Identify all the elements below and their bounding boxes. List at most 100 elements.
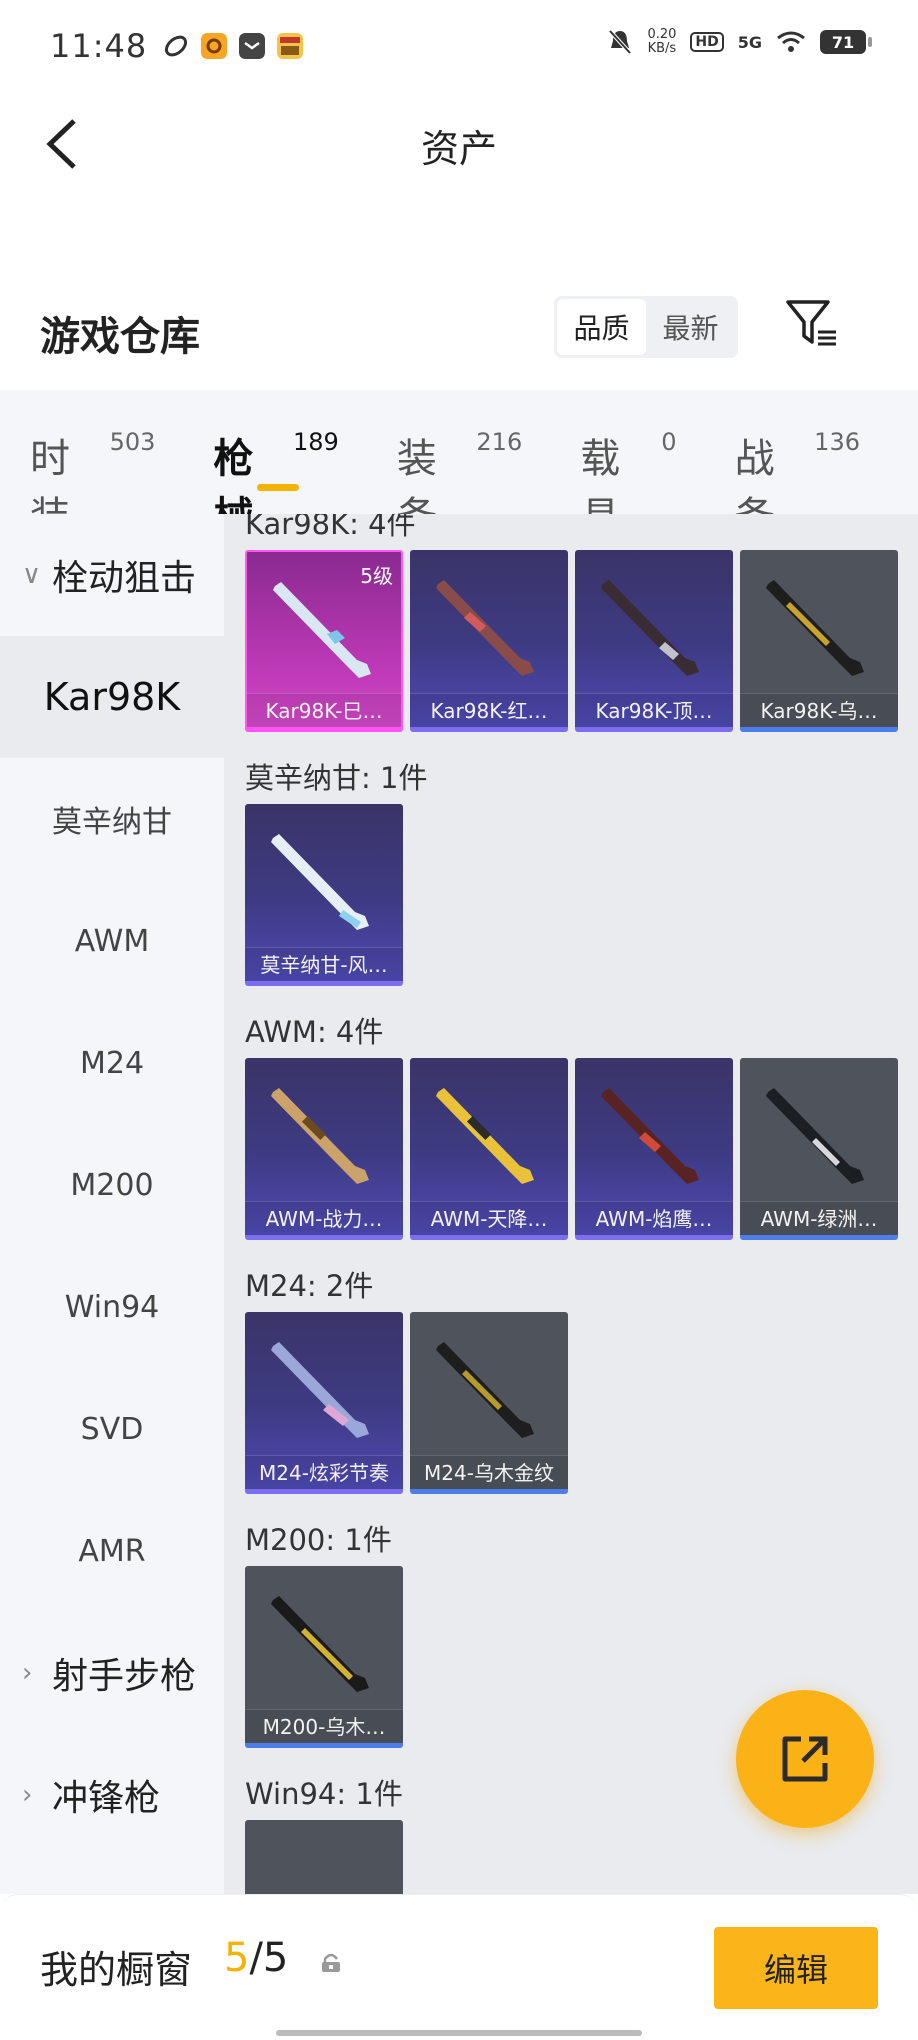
sort-segment: 品质 最新 — [554, 296, 738, 358]
rifle-icon — [271, 1596, 369, 1692]
rifle-icon — [436, 1342, 534, 1438]
weapon-name: AWM-绿洲… — [740, 1201, 898, 1235]
weapon-card[interactable]: M24-炫彩节奏 — [245, 1312, 403, 1494]
weapon-name: Kar98K-顶… — [575, 693, 733, 727]
weapon-type-sidebar: ∨ 栓动狙击 Kar98K 莫辛纳甘 AWM M24 M200 Win94 SV… — [0, 514, 224, 1894]
showcase-bar: 我的橱窗 5/5 编辑 — [0, 1894, 918, 2040]
rifle-icon — [273, 582, 371, 678]
weapon-name: M200-乌木… — [245, 1709, 403, 1743]
weapon-card[interactable]: AWM-战力… — [245, 1058, 403, 1240]
sidebar-item-amr[interactable]: AMR — [0, 1490, 224, 1612]
rifle-icon — [766, 1088, 864, 1184]
nav-header: 资产 — [0, 92, 918, 196]
weapon-name: AWM-战力… — [245, 1201, 403, 1235]
group-title: M24: 2件 — [245, 1269, 374, 1303]
weapon-card[interactable]: 莫辛纳甘-风… — [245, 804, 403, 986]
speed-value: 0.20 — [647, 27, 677, 42]
sidebar-item-mosin[interactable]: 莫辛纳甘 — [0, 758, 224, 880]
rifle-icon — [271, 1088, 369, 1184]
group-title: M200: 1件 — [245, 1523, 392, 1557]
rifle-icon — [436, 580, 534, 676]
weapon-card[interactable]: 5级 Kar98K-巳… — [245, 550, 403, 732]
weapon-card[interactable]: M200-乌木… — [245, 1566, 403, 1748]
weapon-card[interactable]: Kar98K-顶… — [575, 550, 733, 732]
weapon-card[interactable]: AWM-绿洲… — [740, 1058, 898, 1240]
weapon-card[interactable]: Kar98K-乌… — [740, 550, 898, 732]
chevron-right-icon: › — [22, 1780, 33, 1810]
tab-active-indicator — [257, 484, 300, 491]
battery-icon: 71 — [820, 30, 872, 54]
sidebar-item-m200[interactable]: M200 — [0, 1124, 224, 1246]
sidebar-group-label: 射手步枪 — [52, 1656, 197, 1697]
edit-button[interactable]: 编辑 — [714, 1927, 878, 2009]
weapon-name: Kar98K-乌… — [740, 693, 898, 727]
group-title: Kar98K: 4件 — [245, 514, 416, 541]
chevron-right-icon: › — [22, 1658, 33, 1688]
weapon-group: M24: 2件 M24-炫彩节奏 M24-乌木金纹 — [224, 1266, 918, 1494]
tab-count: 216 — [476, 428, 523, 456]
tab-count: 503 — [109, 428, 156, 456]
sidebar-group-label: 冲锋枪 — [52, 1778, 161, 1819]
wifi-icon — [777, 31, 805, 52]
sidebar-group-bolt-action[interactable]: ∨ 栓动狙击 — [0, 514, 224, 636]
rifle-icon — [271, 1342, 369, 1438]
weapon-name: AWM-焰鹰… — [575, 1201, 733, 1235]
weapon-name: M24-乌木金纹 — [410, 1455, 568, 1489]
sidebar-item-win94[interactable]: Win94 — [0, 1246, 224, 1368]
notification-icons — [163, 33, 304, 59]
sidebar-group-smg[interactable]: › 冲锋枪 — [0, 1734, 224, 1856]
page-title: 资产 — [420, 127, 497, 171]
share-fab-button[interactable] — [736, 1690, 874, 1828]
weapon-name: AWM-天降… — [410, 1201, 568, 1235]
speed-unit: KB/s — [647, 41, 677, 56]
sidebar-item-m24[interactable]: M24 — [0, 1002, 224, 1124]
group-title: 莫辛纳甘: 1件 — [245, 761, 428, 795]
home-indicator[interactable] — [276, 2030, 642, 2036]
sidebar-item-kar98k[interactable]: Kar98K — [0, 636, 224, 758]
filter-icon[interactable] — [784, 296, 840, 352]
app-orange-icon — [201, 33, 228, 59]
status-right: 0.20 KB/s HD 5G 71 — [607, 28, 872, 56]
warehouse-header: 游戏仓库 品质 最新 — [0, 286, 918, 390]
weapon-card[interactable]: AWM-焰鹰… — [575, 1058, 733, 1240]
sort-newest-option[interactable]: 最新 — [646, 299, 735, 355]
tab-count: 136 — [814, 428, 860, 456]
weapon-card[interactable]: Kar98K-红… — [410, 550, 568, 732]
leaf-icon — [165, 35, 188, 57]
sidebar-item-awm[interactable]: AWM — [0, 880, 224, 1002]
warehouse-title: 游戏仓库 — [40, 314, 200, 360]
showcase-label: 我的橱窗 — [40, 1948, 193, 1992]
game-app-icon — [277, 33, 304, 59]
mute-bell-icon — [608, 29, 632, 55]
network-speed: 0.20 KB/s — [647, 28, 676, 56]
sort-quality-option[interactable]: 品质 — [557, 299, 646, 355]
weapon-group: AWM: 4件 AWM-战力… AWM-天降… AWM-焰鹰… AWM-绿洲… — [224, 1012, 918, 1240]
weapon-group: 莫辛纳甘: 1件 莫辛纳甘-风… — [224, 758, 918, 986]
rifle-icon — [436, 1088, 534, 1184]
rifle-icon — [601, 1088, 699, 1184]
status-time: 11:48 — [50, 27, 148, 65]
group-title: AWM: 4件 — [245, 1015, 384, 1049]
tab-count: 0 — [661, 428, 677, 456]
sidebar-group-label: 栓动狙击 — [52, 558, 197, 599]
status-bar: 11:48 0.20 KB/s HD 5G 71 — [0, 0, 918, 92]
showcase-current: 5 — [224, 1935, 250, 1981]
weapon-card[interactable]: M24-乌木金纹 — [410, 1312, 568, 1494]
share-external-icon — [782, 1736, 828, 1782]
sidebar-item-svd[interactable]: SVD — [0, 1368, 224, 1490]
lock-icon — [322, 1953, 340, 1972]
weapon-card[interactable] — [245, 1820, 403, 1894]
showcase-count: 5/5 — [224, 1935, 288, 1981]
hd-badge: HD — [690, 32, 724, 52]
rifle-icon — [766, 580, 864, 676]
showcase-total: /5 — [249, 1935, 289, 1981]
message-icon — [239, 33, 266, 59]
category-tabs: 时装 503 枪械 189 装备 216 载具 0 战备 136 — [0, 390, 918, 540]
tab-count: 189 — [293, 428, 339, 456]
weapon-card[interactable]: AWM-天降… — [410, 1058, 568, 1240]
network-type: 5G — [737, 32, 762, 52]
sidebar-group-marksman[interactable]: › 射手步枪 — [0, 1612, 224, 1734]
weapon-name: 莫辛纳甘-风… — [245, 947, 403, 981]
weapon-list: Kar98K: 4件 5级 Kar98K-巳… Kar98K-红… Kar98K… — [224, 514, 918, 1894]
weapon-name: Kar98K-红… — [410, 693, 568, 727]
